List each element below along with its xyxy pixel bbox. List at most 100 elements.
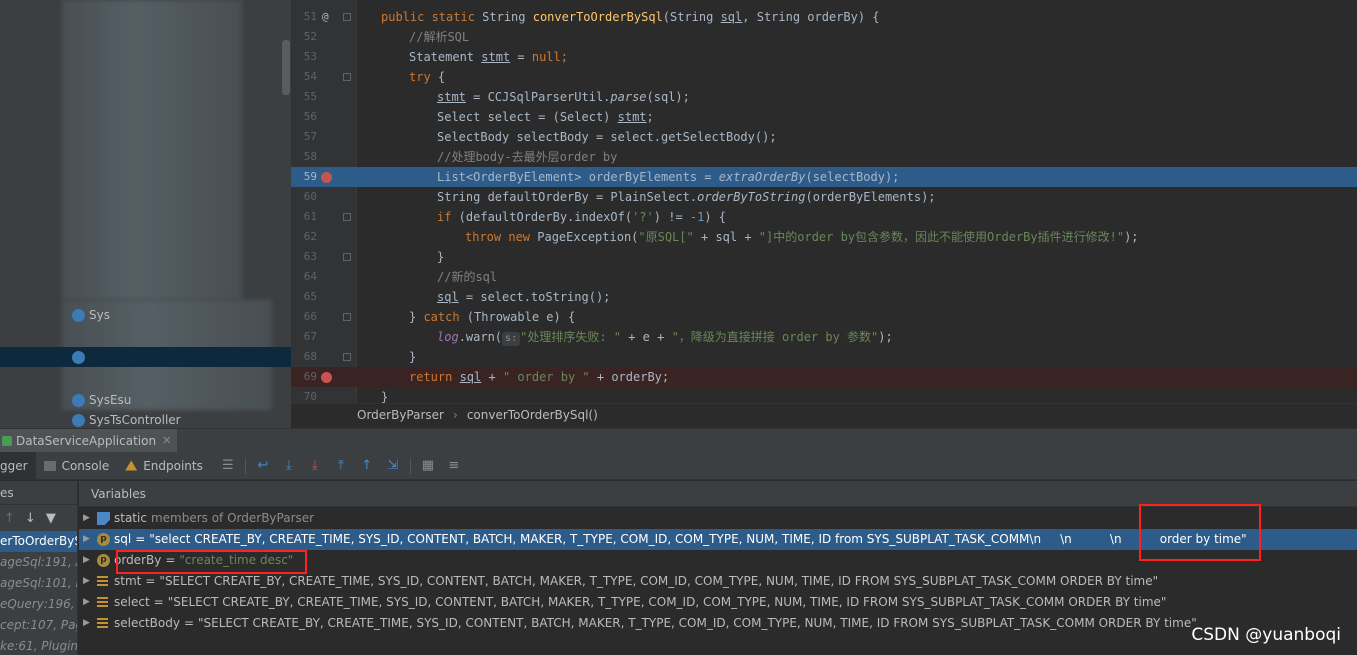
gutter-line: 62 — [303, 230, 317, 243]
gutter-line: 60 — [303, 190, 317, 203]
fold-icon — [343, 73, 351, 81]
arrow-down-icon[interactable]: ↓ — [25, 511, 36, 526]
breakpoint-icon[interactable] — [321, 372, 332, 383]
separator — [244, 457, 246, 474]
frame-item[interactable]: erToOrderBySq — [0, 531, 77, 552]
code-line: String defaultOrderBy = PlainSelect.orde… — [437, 190, 936, 204]
force-step-into-icon[interactable]: ⤒ — [333, 458, 349, 474]
tab-console[interactable]: Console — [36, 452, 118, 480]
breadcrumb-method[interactable]: converToOrderBySql() — [467, 408, 598, 422]
frames-controls: ↑ ↓ ▼ — [0, 505, 77, 531]
equals-sign: = — [183, 616, 195, 630]
variable-row[interactable]: ▶ stmt = "SELECT CREATE_BY, CREATE_TIME,… — [79, 571, 1357, 592]
trace-icon[interactable]: ≡ — [446, 458, 462, 474]
tab-debugger[interactable]: gger — [0, 451, 36, 480]
frame-item[interactable]: eQuery:196, E — [0, 594, 77, 615]
code-line: log.warn(s: "处理排序失败: " + e + "，降级为直接拼接 or… — [437, 330, 893, 346]
show-execution-point-icon[interactable]: ↩ — [255, 458, 271, 474]
gutter-line: 65 — [303, 290, 317, 303]
step-into-icon[interactable]: ⤓ — [307, 458, 323, 474]
variable-row[interactable]: ▶ selectBody = "SELECT CREATE_BY, CREATE… — [79, 613, 1357, 634]
debug-session-label: DataServiceApplication — [16, 433, 157, 448]
code-editor[interactable]: public static String converToOrderBySql(… — [357, 0, 1357, 403]
fold-icon — [343, 213, 351, 221]
code-line: //解析SQL — [409, 30, 470, 44]
close-icon[interactable]: ✕ — [162, 434, 171, 447]
code-line: sql = select.toString(); — [437, 290, 611, 304]
evaluate-expression-icon[interactable]: ▦ — [420, 458, 436, 474]
editor-gutter[interactable]: 51 @ 52 53 54 55 56 57 58 59 60 61 62 63 … — [291, 0, 357, 403]
gutter-line: 67 — [303, 330, 317, 343]
expand-arrow-icon[interactable]: ▶ — [83, 550, 93, 571]
code-line: } — [409, 350, 417, 364]
gutter-line: 54 — [291, 67, 357, 87]
expand-arrow-icon[interactable]: ▶ — [83, 613, 93, 634]
tree-item[interactable]: Sys — [0, 305, 291, 325]
breadcrumb: OrderByParser › converToOrderBySql() — [291, 403, 1357, 425]
code-line: } — [381, 390, 389, 403]
breakpoint-icon[interactable] — [321, 172, 332, 183]
gutter-line-current: 59 — [291, 167, 357, 187]
debug-bug-icon — [2, 435, 12, 446]
menu-icon[interactable]: ☰ — [220, 458, 236, 474]
run-to-cursor-icon[interactable]: ⇲ — [385, 458, 401, 474]
static-icon — [97, 512, 110, 525]
arrow-up-icon[interactable]: ↑ — [4, 511, 15, 526]
gutter-line: 55 — [303, 90, 317, 103]
watermark: CSDN @yuanboqi — [1191, 625, 1341, 645]
gutter-line: 52 — [303, 30, 317, 43]
fold-icon — [343, 13, 351, 21]
gutter-line-breakpoint: 69 — [291, 367, 357, 387]
parameter-icon: p — [97, 554, 110, 567]
gutter-line: 51 @ — [291, 7, 357, 27]
code-line: stmt = CCJSqlParserUtil.parse(sql); — [437, 90, 690, 104]
gutter-line: 68 — [291, 347, 357, 367]
console-icon — [43, 460, 56, 471]
endpoints-icon — [125, 460, 138, 471]
equals-sign: = — [145, 574, 156, 588]
code-line: if (defaultOrderBy.indexOf('?') != -1) { — [437, 210, 727, 224]
tree-item-selected[interactable] — [0, 347, 291, 367]
code-line: public static String converToOrderBySql(… — [381, 10, 880, 24]
separator — [409, 457, 411, 474]
debug-session-tab[interactable]: DataServiceApplication ✕ — [0, 428, 178, 453]
project-tree[interactable]: Sys SysEsu SysTsController — [0, 0, 291, 428]
class-icon — [72, 393, 85, 407]
param-hint: s: — [502, 332, 521, 346]
parameter-icon: p — [97, 533, 110, 546]
gutter-line: 58 — [303, 150, 317, 163]
gutter-line: 53 — [303, 50, 317, 63]
code-line: Statement stmt = null; — [409, 50, 568, 64]
frame-item[interactable]: ageSql:191, A — [0, 552, 77, 573]
step-over-icon[interactable]: ⤓ — [281, 458, 297, 474]
field-icon — [97, 618, 108, 629]
gutter-line: 61 — [291, 207, 357, 227]
tree-scrollbar[interactable] — [282, 40, 290, 95]
expand-arrow-icon[interactable]: ▶ — [83, 529, 93, 550]
frame-item[interactable]: ageSql:101, P — [0, 573, 77, 594]
blurred-region — [62, 0, 242, 300]
expand-arrow-icon[interactable]: ▶ — [83, 508, 93, 529]
frame-item[interactable]: ke:61, Plugin — [0, 636, 77, 655]
debug-tool-window-header: DataServiceApplication ✕ — [0, 428, 1357, 453]
code-line: //处理body-去最外层order by — [437, 150, 618, 164]
breadcrumb-class[interactable]: OrderByParser — [357, 408, 444, 422]
frame-item[interactable]: cept:107, Pag — [0, 615, 77, 636]
equals-sign: = — [135, 532, 146, 546]
class-icon — [72, 413, 85, 427]
expand-arrow-icon[interactable]: ▶ — [83, 592, 93, 613]
tree-item[interactable]: SysEsu — [0, 390, 291, 410]
tab-endpoints[interactable]: Endpoints — [117, 452, 211, 480]
code-line: //新的sql — [437, 270, 498, 284]
filter-icon[interactable]: ▼ — [46, 511, 56, 526]
fold-icon — [343, 253, 351, 261]
expand-arrow-icon[interactable]: ▶ — [83, 571, 93, 592]
breadcrumb-separator-icon: › — [453, 407, 458, 422]
tree-item[interactable]: SysTsController — [0, 410, 291, 428]
code-line: try { — [409, 70, 446, 84]
code-line: SelectBody selectBody = select.getSelect… — [437, 130, 777, 144]
gutter-line: 63 — [291, 247, 357, 267]
step-out-icon[interactable]: ↑ — [359, 458, 375, 474]
variable-row[interactable]: ▶ select = "SELECT CREATE_BY, CREATE_TIM… — [79, 592, 1357, 613]
code-line: } — [437, 250, 445, 264]
